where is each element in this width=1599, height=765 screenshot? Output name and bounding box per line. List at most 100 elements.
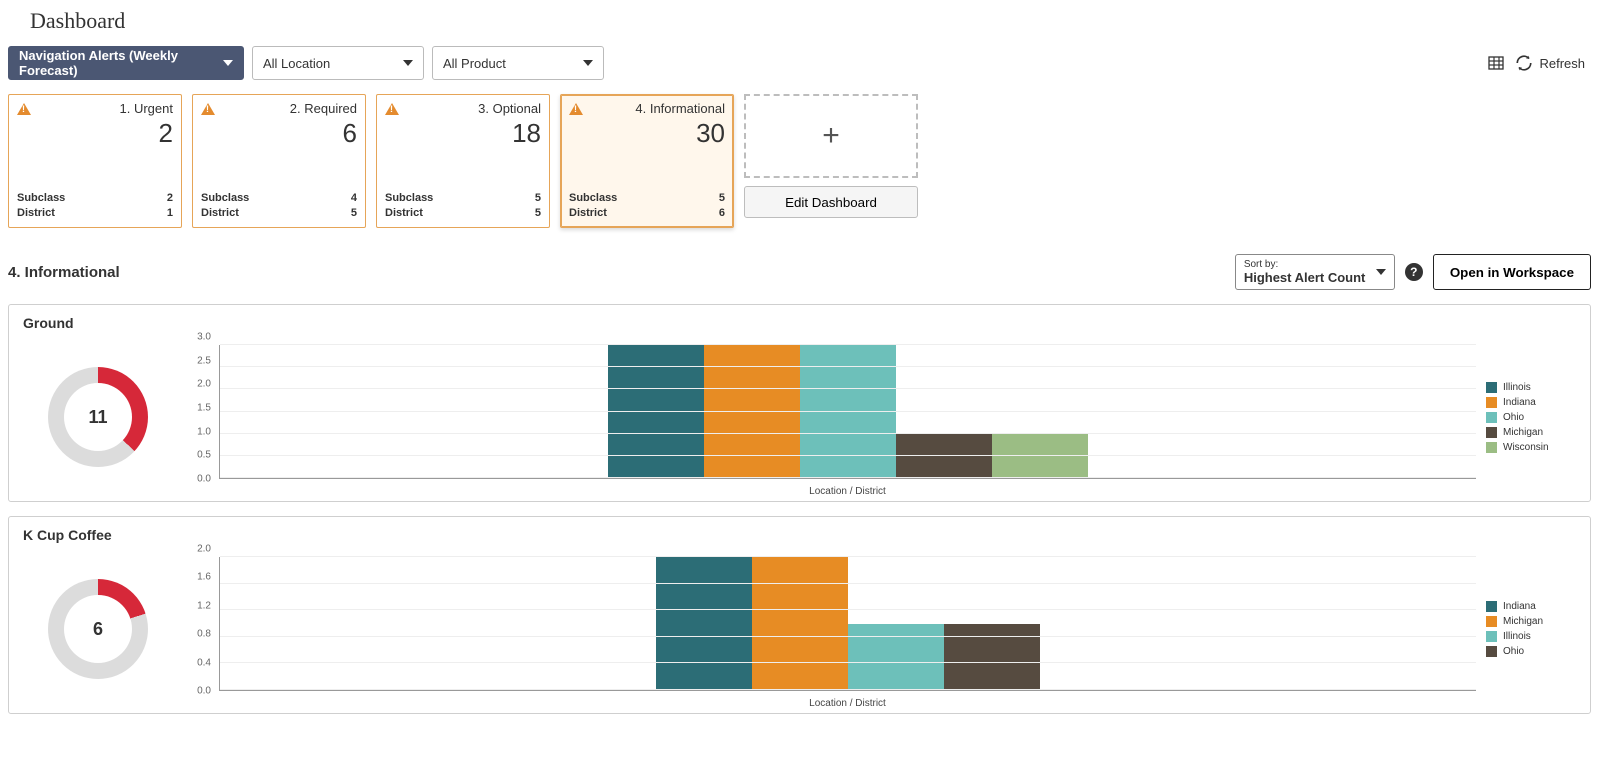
- legend-swatch: [1486, 601, 1497, 612]
- district-label: District: [17, 206, 55, 221]
- legend-item: Michigan: [1486, 616, 1576, 627]
- sort-label: Sort by:: [1244, 259, 1368, 270]
- district-value: 5: [535, 206, 541, 221]
- y-tick: 3.0: [197, 332, 211, 343]
- legend-item: Wisconsin: [1486, 442, 1576, 453]
- district-label: District: [201, 206, 239, 221]
- legend-swatch: [1486, 382, 1497, 393]
- y-tick: 2.0: [197, 544, 211, 555]
- donut-value: 11: [48, 367, 148, 467]
- panel-title: Ground: [23, 315, 1576, 331]
- legend-item: Ohio: [1486, 412, 1576, 423]
- bar: [704, 345, 800, 478]
- tile-count: 30: [569, 118, 725, 149]
- nav-alerts-label: Navigation Alerts (Weekly Forecast): [19, 48, 213, 78]
- bar-chart-ground: 0.00.51.01.52.02.53.0 Location / Distric…: [183, 337, 1476, 497]
- panel-title: K Cup Coffee: [23, 527, 1576, 543]
- product-dropdown[interactable]: All Product: [432, 46, 604, 80]
- tile-urgent[interactable]: 1. Urgent 2 Subclass2 District1: [8, 94, 182, 228]
- legend-item: Illinois: [1486, 631, 1576, 642]
- sort-dropdown[interactable]: Sort by: Highest Alert Count: [1235, 254, 1395, 290]
- y-tick: 0.8: [197, 629, 211, 640]
- subclass-value: 5: [535, 191, 541, 206]
- subclass-value: 5: [719, 191, 725, 206]
- edit-dashboard-button[interactable]: Edit Dashboard: [744, 186, 918, 218]
- refresh-button[interactable]: Refresh: [1515, 54, 1585, 72]
- donut-chart: 6: [48, 579, 148, 679]
- tile-title: 2. Required: [290, 101, 357, 116]
- y-tick: 1.6: [197, 572, 211, 583]
- tile-title: 1. Urgent: [120, 101, 173, 116]
- warning-icon: [569, 103, 583, 115]
- x-axis-label: Location / District: [219, 698, 1476, 709]
- subclass-value: 4: [351, 191, 357, 206]
- warning-icon: [17, 103, 31, 115]
- warning-icon: [201, 103, 215, 115]
- open-workspace-button[interactable]: Open in Workspace: [1433, 254, 1591, 290]
- legend-swatch: [1486, 646, 1497, 657]
- legend: Indiana Michigan Illinois Ohio: [1486, 601, 1576, 657]
- product-value: All Product: [443, 56, 506, 71]
- y-tick: 1.0: [197, 426, 211, 437]
- y-tick: 1.5: [197, 403, 211, 414]
- toolbar: Navigation Alerts (Weekly Forecast) All …: [8, 46, 1591, 80]
- district-label: District: [385, 206, 423, 221]
- bar: [608, 345, 704, 478]
- y-tick: 0.5: [197, 450, 211, 461]
- legend-swatch: [1486, 412, 1497, 423]
- refresh-icon: [1515, 54, 1533, 72]
- alert-tiles: 1. Urgent 2 Subclass2 District1 2. Requi…: [8, 94, 1591, 228]
- bar: [752, 557, 848, 690]
- donut-value: 6: [48, 579, 148, 679]
- tile-title: 4. Informational: [635, 101, 725, 116]
- section-title: 4. Informational: [8, 264, 120, 281]
- bar: [944, 624, 1040, 691]
- tile-optional[interactable]: 3. Optional 18 Subclass 5 District 5: [376, 94, 550, 228]
- warning-icon: [385, 103, 399, 115]
- tile-title: 3. Optional: [478, 101, 541, 116]
- subclass-label: Subclass: [17, 191, 65, 206]
- legend-label: Indiana: [1503, 601, 1536, 612]
- chevron-down-icon: [583, 60, 593, 66]
- legend-label: Wisconsin: [1503, 442, 1549, 453]
- district-value: 6: [719, 206, 725, 221]
- sort-value: Highest Alert Count: [1244, 270, 1368, 285]
- y-tick: 1.2: [197, 600, 211, 611]
- district-value: 5: [351, 206, 357, 221]
- y-tick: 0.0: [197, 686, 211, 697]
- legend-label: Ohio: [1503, 646, 1524, 657]
- legend-swatch: [1486, 397, 1497, 408]
- tile-count: 2: [17, 118, 173, 149]
- nav-alerts-dropdown[interactable]: Navigation Alerts (Weekly Forecast): [8, 46, 244, 80]
- subclass-value: 2: [167, 191, 173, 206]
- location-dropdown[interactable]: All Location: [252, 46, 424, 80]
- subclass-label: Subclass: [385, 191, 433, 206]
- donut-chart: 11: [48, 367, 148, 467]
- y-tick: 0.4: [197, 657, 211, 668]
- location-value: All Location: [263, 56, 330, 71]
- y-tick: 0.0: [197, 474, 211, 485]
- tile-count: 18: [385, 118, 541, 149]
- chevron-down-icon: [403, 60, 413, 66]
- add-tile-button[interactable]: +: [744, 94, 918, 178]
- legend-swatch: [1486, 427, 1497, 438]
- legend-label: Michigan: [1503, 427, 1543, 438]
- x-axis-label: Location / District: [219, 486, 1476, 497]
- subclass-label: Subclass: [201, 191, 249, 206]
- subclass-label: Subclass: [569, 191, 617, 206]
- refresh-label: Refresh: [1539, 56, 1585, 71]
- legend-label: Ohio: [1503, 412, 1524, 423]
- legend-item: Indiana: [1486, 397, 1576, 408]
- panel-kcup: K Cup Coffee 6 0.0 0.4 0.8 1.2 1.6 2.0 Locati…: [8, 516, 1591, 714]
- legend: Illinois Indiana Ohio Michigan Wisconsin: [1486, 382, 1576, 453]
- help-icon[interactable]: ?: [1405, 263, 1423, 281]
- legend-swatch: [1486, 616, 1497, 627]
- page-title: Dashboard: [30, 8, 1591, 34]
- tile-required[interactable]: 2. Required 6 Subclass4 District5: [192, 94, 366, 228]
- y-tick: 2.5: [197, 355, 211, 366]
- legend-label: Illinois: [1503, 382, 1531, 393]
- panel-ground: Ground 11 0.00.51.01.52.02.53.0 Location…: [8, 304, 1591, 502]
- table-view-icon[interactable]: [1485, 52, 1507, 74]
- legend-item: Illinois: [1486, 382, 1576, 393]
- tile-informational[interactable]: 4. Informational 30 Subclass5 District6: [560, 94, 734, 228]
